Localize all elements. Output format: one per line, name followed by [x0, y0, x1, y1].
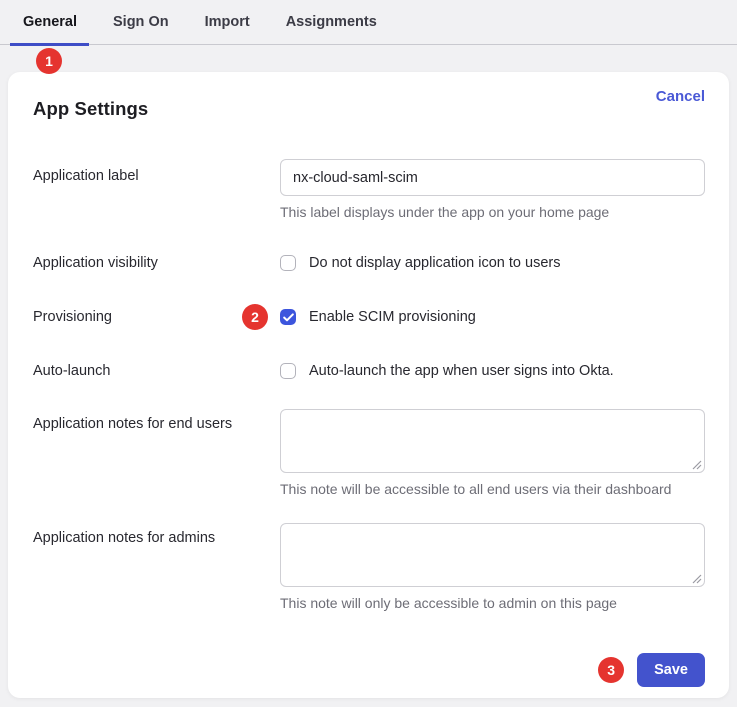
application-label-row: Application label This label displays un… [8, 159, 729, 220]
tab-assignments[interactable]: Assignments [286, 0, 377, 45]
notes-admins-textarea[interactable] [280, 523, 705, 587]
auto-launch-label: Auto-launch [33, 361, 280, 381]
page-title: App Settings [33, 88, 148, 120]
application-visibility-row: Application visibility Do not display ap… [8, 253, 729, 273]
tab-general[interactable]: General [23, 0, 77, 45]
provisioning-row: Provisioning 2 Enable SCIM provisioning [8, 307, 729, 327]
application-visibility-checkbox[interactable] [280, 255, 296, 271]
save-row: 3 Save [8, 653, 729, 687]
tab-import[interactable]: Import [205, 0, 250, 45]
application-label-input[interactable] [280, 159, 705, 196]
tab-sign-on[interactable]: Sign On [113, 0, 169, 45]
step-badge-2: 2 [242, 304, 268, 330]
step-badge-3: 3 [598, 657, 624, 683]
tab-bar: General Sign On Import Assignments [0, 0, 737, 45]
cancel-link[interactable]: Cancel [656, 88, 705, 105]
save-button[interactable]: Save [637, 653, 705, 687]
application-label-text: Application label [33, 159, 280, 220]
auto-launch-row: Auto-launch Auto-launch the app when use… [8, 361, 729, 381]
notes-end-users-row: Application notes for end users This not… [8, 409, 729, 497]
notes-end-users-helper: This note will be accessible to all end … [280, 481, 705, 497]
notes-admins-helper: This note will only be accessible to adm… [280, 595, 705, 611]
application-label-helper: This label displays under the app on you… [280, 204, 705, 220]
notes-end-users-textarea[interactable] [280, 409, 705, 473]
notes-end-users-label: Application notes for end users [33, 409, 280, 497]
card-header: App Settings Cancel [8, 72, 729, 120]
auto-launch-checkbox-label: Auto-launch the app when user signs into… [309, 363, 614, 379]
auto-launch-checkbox[interactable] [280, 363, 296, 379]
provisioning-checkbox-label: Enable SCIM provisioning [309, 309, 476, 325]
application-visibility-label: Application visibility [33, 253, 280, 273]
notes-admins-label: Application notes for admins [33, 523, 280, 611]
application-visibility-checkbox-label: Do not display application icon to users [309, 255, 560, 271]
app-settings-card: App Settings Cancel Application label Th… [8, 72, 729, 698]
notes-admins-row: Application notes for admins This note w… [8, 523, 729, 611]
step-badge-1: 1 [36, 48, 62, 74]
provisioning-checkbox[interactable] [280, 309, 296, 325]
check-icon [283, 313, 294, 322]
